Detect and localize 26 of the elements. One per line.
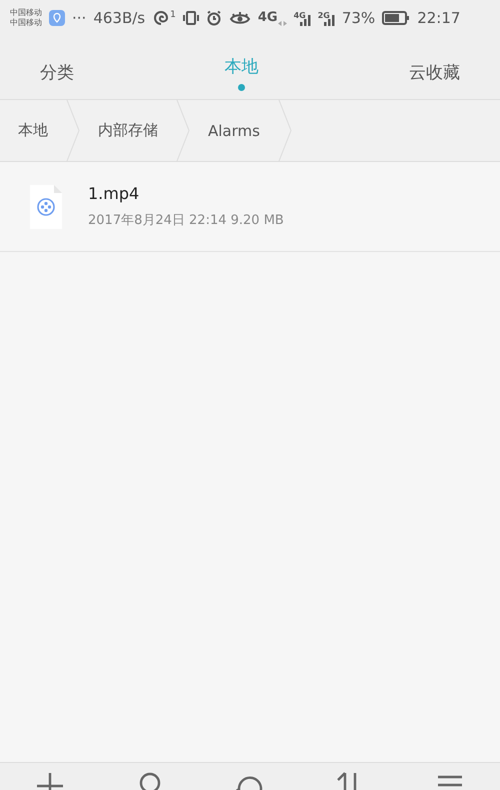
eye-icon [228,10,251,26]
carrier-name: 中国移动 [10,18,42,28]
network-label: 4G [258,10,278,25]
breadcrumb-item[interactable]: 内部存储 [80,121,176,140]
data-arrows-icon [278,21,287,26]
network-label: 2G [318,10,330,20]
file-row[interactable]: 1.mp4 2017年8月24日 22:14 9.20 MB [0,162,500,252]
battery-percent: 73% [342,9,376,27]
breadcrumb-item[interactable]: 本地 [0,121,66,140]
vibrate-icon [182,10,199,26]
notification-count: 1 [170,10,176,20]
video-file-icon [28,184,64,228]
more-indicator: ··· [72,9,86,27]
alarm-clock-icon [206,10,222,26]
swirl-icon [152,10,170,26]
network-speed: 463B/s [93,9,146,27]
file-details: 2017年8月24日 22:14 9.20 MB [88,212,284,229]
clock: 22:17 [417,9,460,27]
file-name: 1.mp4 [88,184,140,203]
tab[interactable]: 云收藏 [401,36,468,99]
carrier-name: 中国移动 [10,8,42,18]
location-icon [49,10,65,26]
breadcrumb-item[interactable]: Alarms [190,122,278,140]
battery-icon [382,10,410,26]
tab[interactable]: 分类 [32,36,82,99]
network-label: 4G [294,10,306,20]
